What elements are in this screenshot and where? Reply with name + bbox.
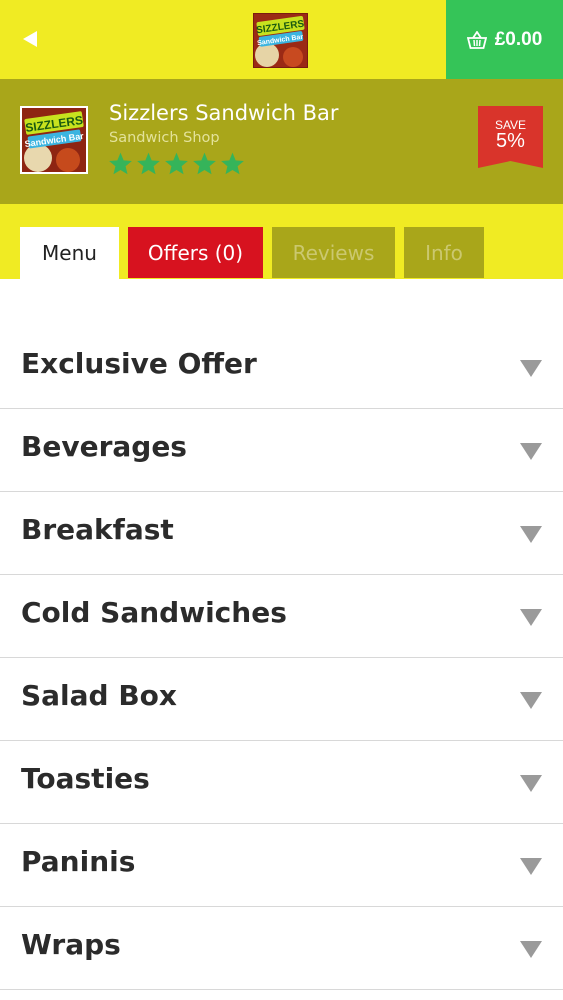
category-label: Breakfast [21,513,174,546]
chevron-down-icon [520,858,542,875]
star-icon [137,152,160,175]
menu-category-toasties[interactable]: Toasties [0,741,563,824]
restaurant-name: Sizzlers Sandwich Bar [109,101,339,125]
menu-category-beverages[interactable]: Beverages [0,409,563,492]
tabs-bar: Menu Offers (0) Reviews Info [0,204,563,279]
tab-offers[interactable]: Offers (0) [128,227,263,278]
menu-category-list: Exclusive Offer Beverages Breakfast Cold… [0,326,563,990]
back-arrow-icon [23,31,37,47]
chevron-down-icon [520,526,542,543]
restaurant-header: SIZZLERS Sandwich Bar Sizzlers Sandwich … [0,79,563,204]
save-badge: SAVE 5% [478,106,543,178]
menu-category-breakfast[interactable]: Breakfast [0,492,563,575]
menu-category-wraps[interactable]: Wraps [0,907,563,990]
tab-info[interactable]: Info [404,227,484,278]
back-button[interactable] [10,19,50,59]
star-icon [109,152,132,175]
restaurant-logo-small: SIZZLERS Sandwich Bar [253,13,308,68]
star-icon [193,152,216,175]
chevron-down-icon [520,775,542,792]
menu-category-salad-box[interactable]: Salad Box [0,658,563,741]
rating-stars [107,151,246,177]
restaurant-type: Sandwich Shop [109,130,220,146]
category-label: Salad Box [21,679,177,712]
category-label: Toasties [21,762,150,795]
chevron-down-icon [520,692,542,709]
menu-category-cold-sandwiches[interactable]: Cold Sandwiches [0,575,563,658]
category-label: Wraps [21,928,121,961]
star-icon [165,152,188,175]
basket-icon [466,30,487,49]
top-bar: SIZZLERS Sandwich Bar £0.00 [0,0,563,79]
chevron-down-icon [520,360,542,377]
menu-category-exclusive-offer[interactable]: Exclusive Offer [0,326,563,409]
category-label: Exclusive Offer [21,347,257,380]
tab-menu[interactable]: Menu [20,227,119,279]
category-label: Beverages [21,430,187,463]
chevron-down-icon [520,609,542,626]
basket-total: £0.00 [494,28,543,50]
tab-reviews[interactable]: Reviews [272,227,395,278]
category-label: Cold Sandwiches [21,596,287,629]
chevron-down-icon [520,443,542,460]
category-label: Paninis [21,845,136,878]
chevron-down-icon [520,941,542,958]
restaurant-logo: SIZZLERS Sandwich Bar [20,106,88,174]
basket-button[interactable]: £0.00 [446,0,563,79]
star-icon [221,152,244,175]
menu-category-paninis[interactable]: Paninis [0,824,563,907]
save-percent: 5% [496,130,525,152]
